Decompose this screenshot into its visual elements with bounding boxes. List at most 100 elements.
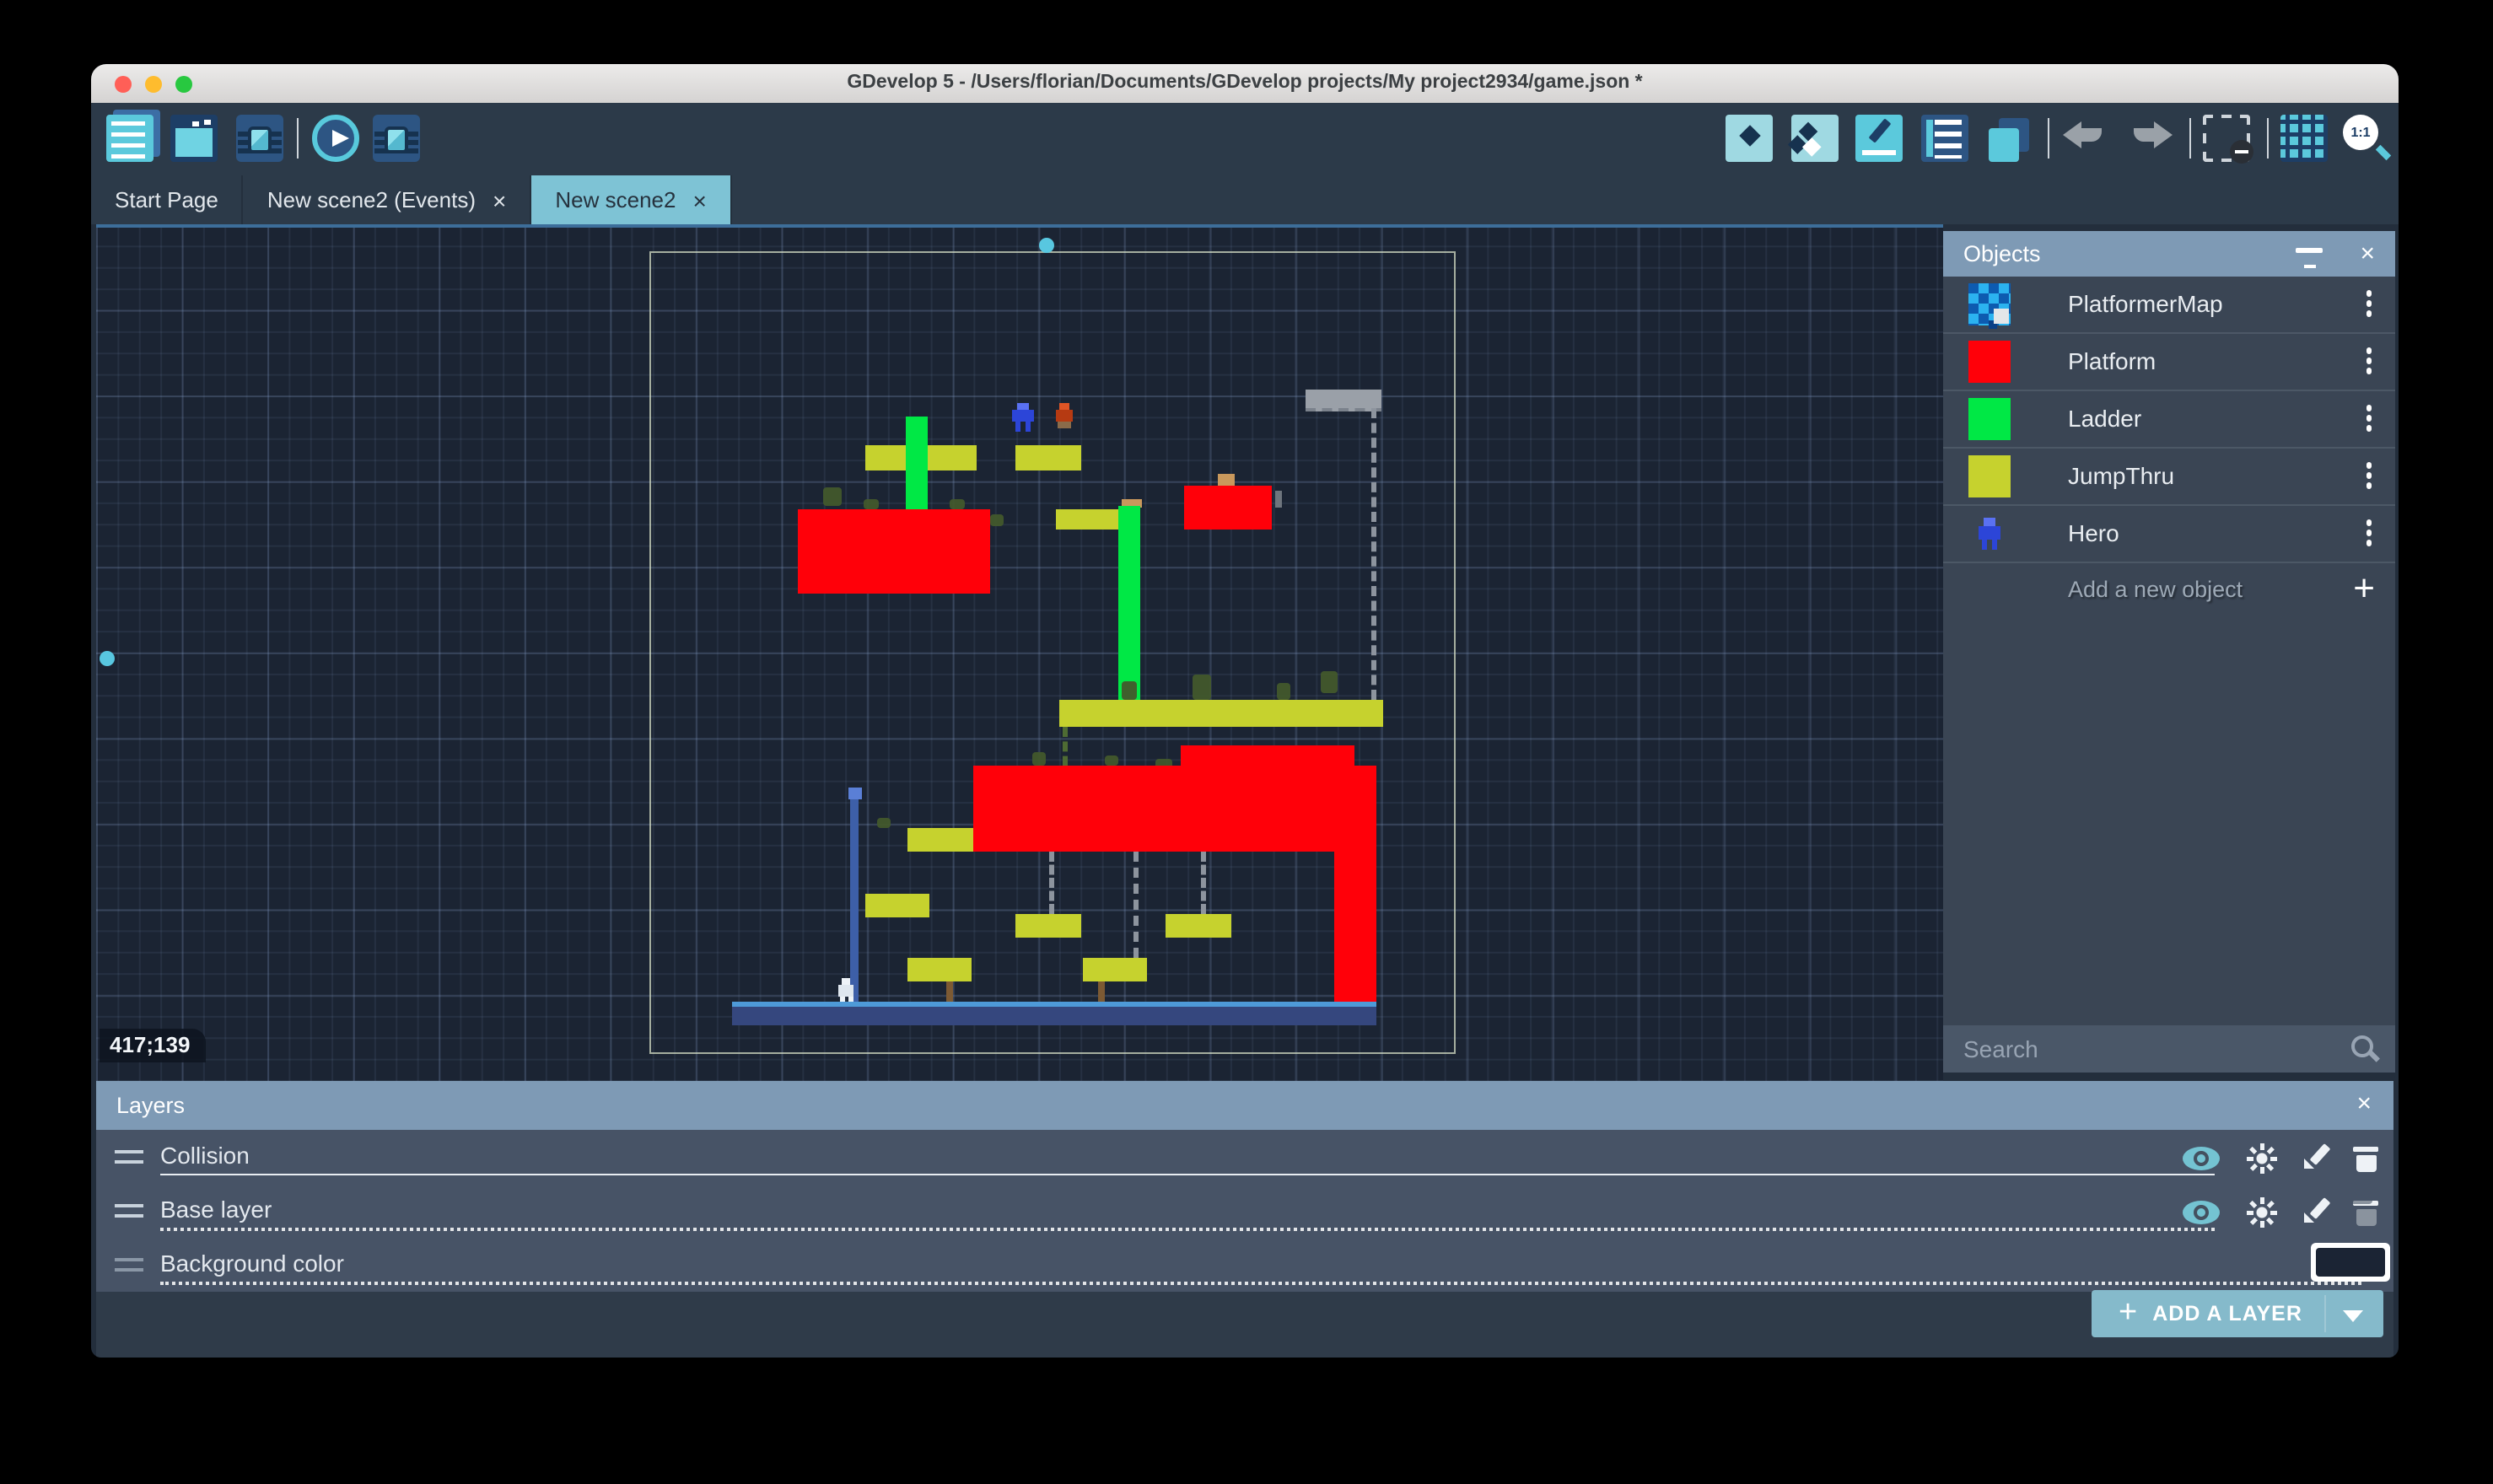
selection-handle[interactable] bbox=[100, 651, 115, 666]
scene-grass[interactable] bbox=[877, 818, 891, 828]
scene-jumpthru[interactable] bbox=[907, 958, 972, 981]
scene-polecap[interactable] bbox=[848, 788, 862, 799]
add-object-row[interactable]: Add a new object + bbox=[1943, 563, 2395, 621]
undo-icon[interactable] bbox=[2061, 115, 2108, 162]
grid-icon[interactable] bbox=[2280, 115, 2328, 162]
scene-floor[interactable] bbox=[732, 1002, 1376, 1025]
scene-grass[interactable] bbox=[823, 487, 842, 506]
scene-grass[interactable] bbox=[1105, 755, 1118, 766]
object-row-platform[interactable]: Platform bbox=[1943, 334, 2395, 391]
search-input[interactable] bbox=[1943, 1025, 2395, 1073]
scene-stub[interactable] bbox=[1275, 491, 1282, 508]
properties-icon[interactable] bbox=[1855, 115, 1903, 162]
chevron-down-icon[interactable] bbox=[2343, 1310, 2363, 1322]
scene-grass[interactable] bbox=[1032, 752, 1046, 766]
scene-figure[interactable] bbox=[838, 978, 855, 1003]
edit-icon[interactable] bbox=[2304, 1197, 2331, 1224]
scene-jumpthru[interactable] bbox=[1015, 445, 1081, 470]
scene-wood[interactable] bbox=[946, 981, 953, 1003]
scene-chain[interactable] bbox=[1371, 408, 1376, 700]
scene-jumpthru[interactable] bbox=[907, 828, 973, 852]
layer-row-background-color[interactable]: Background color bbox=[96, 1238, 2393, 1292]
scene-platform[interactable] bbox=[1334, 852, 1376, 1002]
layer-name-field[interactable]: Background color bbox=[160, 1250, 344, 1277]
scene-tan[interactable] bbox=[1218, 474, 1235, 486]
effects-icon[interactable] bbox=[2247, 1197, 2277, 1228]
drag-handle-icon[interactable] bbox=[115, 1204, 143, 1218]
play-icon[interactable] bbox=[312, 115, 359, 162]
debug-icon[interactable] bbox=[236, 115, 283, 162]
object-icon[interactable] bbox=[1726, 115, 1773, 162]
scene-grass[interactable] bbox=[1277, 683, 1290, 700]
scene-jumpthru[interactable] bbox=[1166, 914, 1231, 938]
scene-jumpthru[interactable] bbox=[1056, 509, 1118, 530]
plus-icon[interactable]: + bbox=[2353, 570, 2375, 607]
selection-handle[interactable] bbox=[1039, 238, 1054, 253]
kebab-menu-icon[interactable] bbox=[2366, 530, 2372, 535]
close-icon[interactable]: × bbox=[493, 188, 506, 212]
events-sheet-icon[interactable] bbox=[106, 115, 153, 162]
object-list-icon[interactable] bbox=[1921, 115, 1968, 162]
scene-jumpthru[interactable] bbox=[1083, 958, 1147, 981]
scene-jumpthru[interactable] bbox=[1015, 914, 1081, 938]
trash-icon[interactable] bbox=[2353, 1143, 2378, 1172]
scene-grass[interactable] bbox=[950, 499, 965, 509]
delete-selection-icon[interactable] bbox=[2203, 115, 2250, 162]
scene-grass[interactable] bbox=[990, 514, 1004, 526]
scene-grass[interactable] bbox=[1321, 671, 1338, 693]
scene-grass[interactable] bbox=[864, 499, 879, 509]
scene-canvas[interactable]: 417;139 bbox=[96, 224, 1943, 1081]
effects-icon[interactable] bbox=[2247, 1143, 2277, 1174]
layer-name-field[interactable]: Base layer bbox=[160, 1196, 272, 1223]
trash-icon[interactable] bbox=[2353, 1197, 2378, 1226]
redo-icon[interactable] bbox=[2127, 115, 2174, 162]
scene-window-icon[interactable] bbox=[170, 115, 218, 162]
layer-row-collision[interactable]: Collision bbox=[96, 1130, 2393, 1184]
kebab-menu-icon[interactable] bbox=[2366, 358, 2372, 363]
scene-enemy[interactable] bbox=[1054, 403, 1074, 432]
titlebar[interactable]: GDevelop 5 - /Users/florian/Documents/GD… bbox=[91, 64, 2399, 105]
kebab-menu-icon[interactable] bbox=[2366, 415, 2372, 421]
scene-chain[interactable] bbox=[1133, 852, 1139, 958]
scene-pole[interactable] bbox=[850, 799, 859, 1002]
object-row-jumpthru[interactable]: JumpThru bbox=[1943, 449, 2395, 506]
scene-grass[interactable] bbox=[1122, 681, 1137, 700]
tab-start-page[interactable]: Start Page bbox=[91, 175, 244, 224]
scene-jumpthru[interactable] bbox=[865, 894, 929, 917]
drag-handle-icon[interactable] bbox=[115, 1258, 143, 1272]
object-row-hero[interactable]: Hero bbox=[1943, 506, 2395, 563]
scene-grass[interactable] bbox=[1193, 675, 1211, 700]
scene-hero[interactable] bbox=[1012, 403, 1034, 432]
eye-icon[interactable] bbox=[2183, 1197, 2220, 1221]
edit-icon[interactable] bbox=[2304, 1143, 2331, 1170]
tab-new-scene2[interactable]: New scene2× bbox=[531, 175, 731, 224]
layer-row-base-layer[interactable]: Base layer bbox=[96, 1184, 2393, 1238]
scene-wood[interactable] bbox=[1098, 981, 1105, 1003]
background-color-swatch[interactable] bbox=[2311, 1243, 2390, 1282]
scene-ladder[interactable] bbox=[906, 417, 928, 509]
eye-icon[interactable] bbox=[2183, 1143, 2220, 1167]
kebab-menu-icon[interactable] bbox=[2366, 472, 2372, 478]
scene-platform[interactable] bbox=[973, 766, 1376, 852]
close-icon[interactable]: × bbox=[2360, 241, 2375, 266]
add-layer-button[interactable]: + ADD A LAYER bbox=[2092, 1290, 2383, 1337]
zoom-1-1-icon[interactable] bbox=[2343, 115, 2390, 162]
object-row-platformermap[interactable]: PlatformerMap bbox=[1943, 277, 2395, 334]
tab-new-scene2-events-[interactable]: New scene2 (Events)× bbox=[244, 175, 532, 224]
scene-layers-icon[interactable] bbox=[1985, 115, 2033, 162]
debug-2-icon[interactable] bbox=[373, 115, 420, 162]
scene-platform[interactable] bbox=[798, 509, 990, 594]
filter-icon[interactable] bbox=[2296, 247, 2323, 252]
object-row-ladder[interactable]: Ladder bbox=[1943, 391, 2395, 449]
scene-ladder[interactable] bbox=[1118, 506, 1140, 700]
scene-jumpthru[interactable] bbox=[1059, 700, 1383, 727]
layer-name-field[interactable]: Collision bbox=[160, 1142, 250, 1169]
drag-handle-icon[interactable] bbox=[115, 1150, 143, 1164]
close-icon[interactable]: × bbox=[692, 188, 706, 212]
scene-chain[interactable] bbox=[1201, 852, 1206, 914]
object-group-icon[interactable] bbox=[1791, 115, 1839, 162]
close-icon[interactable]: × bbox=[2356, 1091, 2372, 1116]
scene-graydash[interactable] bbox=[1306, 390, 1381, 411]
scene-platform[interactable] bbox=[1181, 745, 1354, 766]
scene-platform[interactable] bbox=[1184, 486, 1272, 530]
